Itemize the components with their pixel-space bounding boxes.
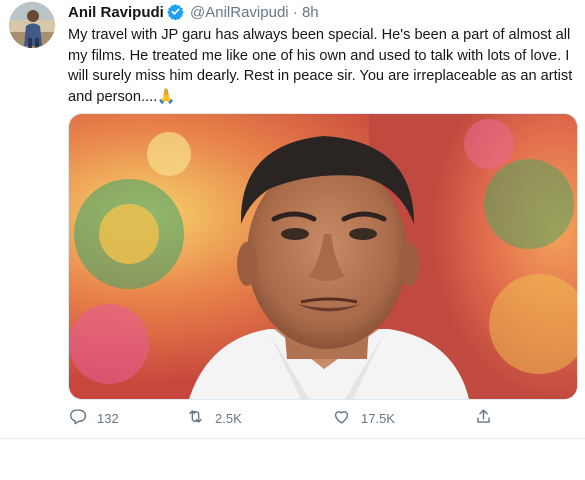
tweet-header: Anil Ravipudi @AnilRavipudi · 8h [68,3,319,23]
author-name[interactable]: Anil Ravipudi [68,4,164,21]
portrait-photo [69,114,577,399]
tweet-text: My travel with JP garu has always been s… [68,27,577,105]
share-icon [474,407,493,429]
reply-count: 132 [97,410,119,426]
author-handle[interactable]: @AnilRavipudi [190,4,289,21]
avatar-image [9,2,55,48]
retweet-button[interactable]: 2.5K [186,404,242,432]
avatar[interactable] [9,2,55,48]
like-button[interactable]: 17.5K [332,404,395,432]
reply-icon [68,407,87,429]
separator-dot: · [292,4,298,21]
retweet-icon [186,407,205,429]
tweet-photo[interactable] [68,113,578,400]
tweet-divider [0,438,585,439]
share-button[interactable] [474,404,493,432]
like-count: 17.5K [361,410,395,426]
retweet-count: 2.5K [215,410,242,426]
reply-button[interactable]: 132 [68,404,119,432]
like-icon [332,407,351,429]
tweet-timestamp[interactable]: 8h [302,4,319,21]
verified-badge-icon [167,3,184,21]
tweet-card[interactable]: Anil Ravipudi @AnilRavipudi · 8h My trav… [0,0,585,438]
tweet-actions: 132 2.5K 17.5K [68,404,508,432]
